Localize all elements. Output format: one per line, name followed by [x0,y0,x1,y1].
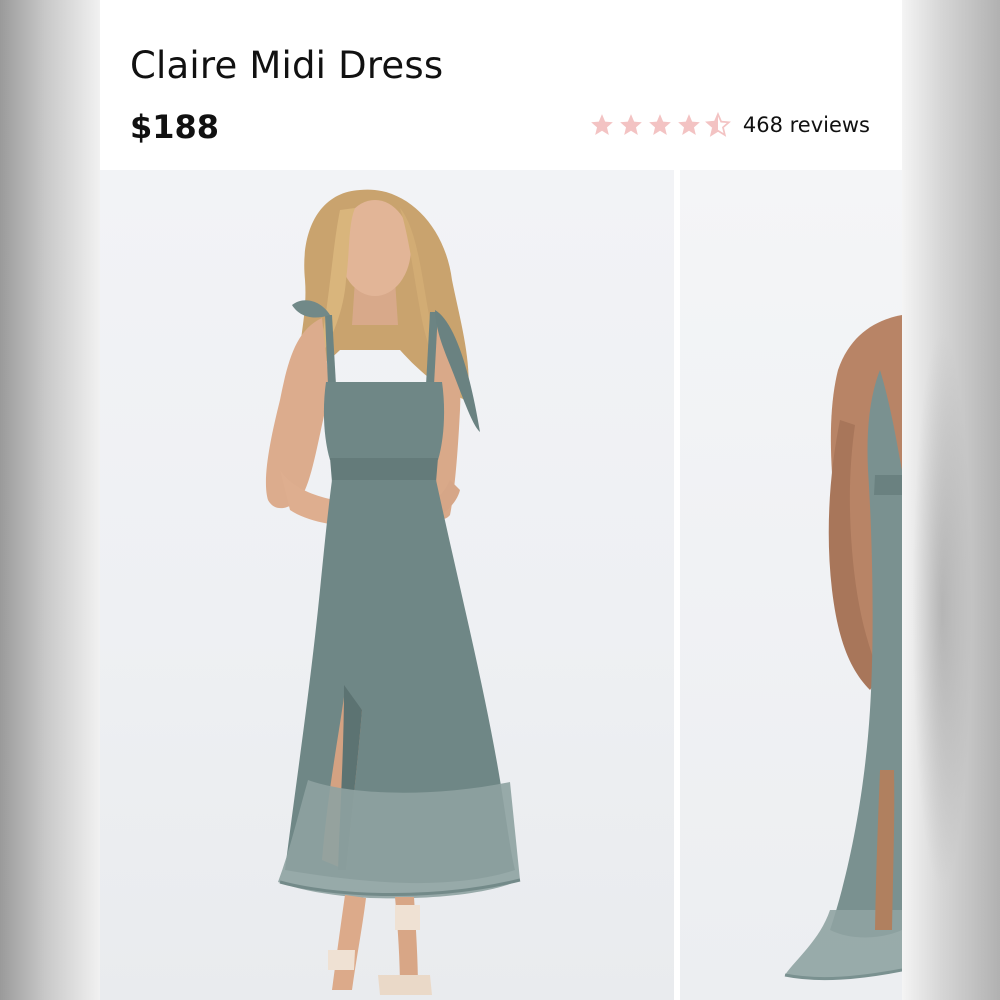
rating-summary[interactable]: 468 reviews [589,112,870,138]
star-icon [620,114,642,135]
product-card: Claire Midi Dress $188 468 reviews [100,0,902,1000]
star-rating [589,112,731,138]
blurred-backdrop-right [902,0,1000,1000]
dress-side-photo[interactable] [680,170,902,1000]
model-illustration [265,189,521,995]
star-half-icon [704,112,731,137]
star-icon [649,114,671,135]
dress-front-photo[interactable] [100,170,674,1000]
star-icon [678,114,700,135]
model-side-illustration [784,315,902,981]
product-image-gallery[interactable] [100,170,902,1000]
star-icon [591,114,613,135]
blurred-backdrop-left [0,0,100,1000]
product-header: Claire Midi Dress $188 468 reviews [100,0,902,170]
product-title: Claire Midi Dress [130,44,444,87]
product-price: $188 [130,108,220,146]
reviews-count-link[interactable]: 468 reviews [743,113,870,137]
